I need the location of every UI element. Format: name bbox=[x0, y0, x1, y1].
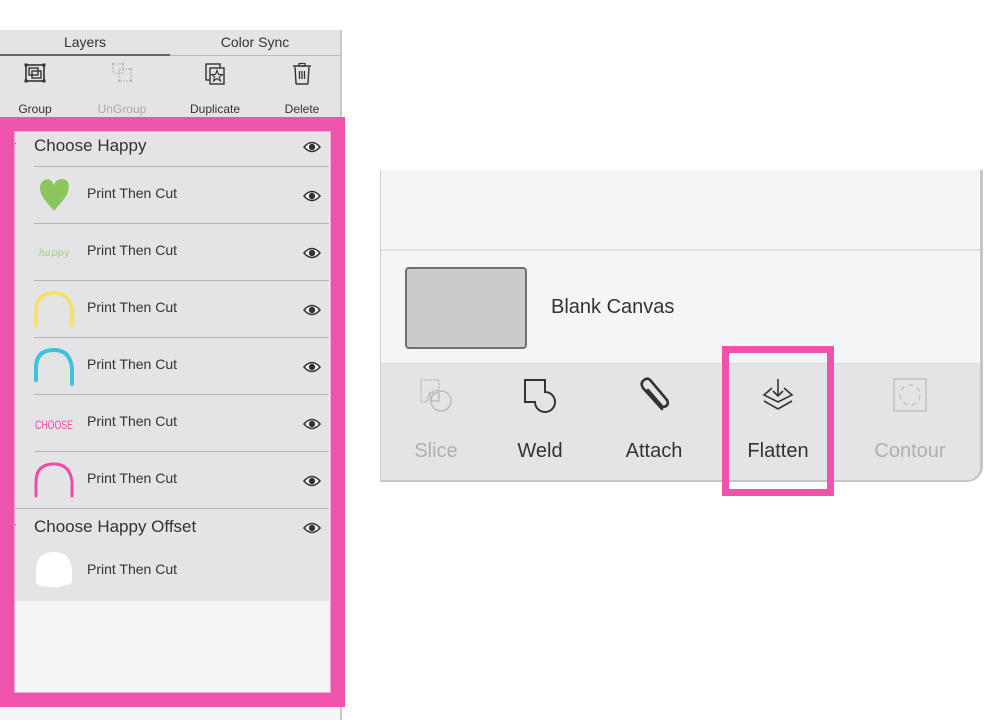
eye-icon[interactable] bbox=[303, 361, 321, 373]
layer-item[interactable]: Print Then Cut bbox=[14, 166, 329, 223]
weld-button[interactable]: Weld bbox=[485, 364, 595, 474]
expand-caret-icon[interactable] bbox=[10, 524, 16, 529]
eye-icon[interactable] bbox=[303, 304, 321, 316]
layers-panel: Layers Color Sync Group UnGroup Duplicat… bbox=[0, 30, 342, 720]
slice-label: Slice bbox=[414, 440, 458, 462]
happy-script-thumbnail: happy bbox=[39, 248, 70, 259]
offset-shape-thumbnail bbox=[36, 552, 72, 588]
layer-group-choose-happy[interactable]: Choose Happy bbox=[10, 128, 329, 166]
weld-icon bbox=[524, 379, 556, 413]
layer-type-label: Print Then Cut bbox=[87, 413, 178, 429]
yellow-arch-thumbnail bbox=[34, 291, 74, 327]
layer-item[interactable]: Print Then Cut bbox=[14, 337, 329, 394]
blue-arch-thumbnail bbox=[34, 347, 74, 386]
slice-button[interactable]: Slice bbox=[381, 364, 491, 474]
contour-button[interactable]: Contour bbox=[855, 364, 965, 474]
tab-color-sync[interactable]: Color Sync bbox=[170, 30, 340, 56]
canvas-row: Blank Canvas bbox=[381, 251, 980, 363]
eye-icon[interactable] bbox=[303, 190, 321, 202]
eye-icon[interactable] bbox=[303, 141, 321, 153]
choose-text-thumbnail: CHOOSE bbox=[35, 418, 73, 432]
operations-toolbar: Slice Weld Attach Flatten Contour bbox=[381, 363, 980, 480]
attach-label: Attach bbox=[625, 440, 683, 462]
layer-type-label: Print Then Cut bbox=[87, 185, 178, 201]
group-icon bbox=[24, 63, 46, 83]
weld-label: Weld bbox=[517, 440, 563, 462]
duplicate-label: Duplicate bbox=[189, 102, 241, 116]
layer-toolbar: Group UnGroup Duplicate Delete bbox=[0, 56, 340, 118]
layer-item[interactable]: happy Print Then Cut bbox=[14, 223, 329, 280]
tab-layers[interactable]: Layers bbox=[0, 30, 170, 56]
group-name: Choose Happy Offset bbox=[34, 517, 197, 536]
layer-item[interactable]: Print Then Cut bbox=[14, 547, 329, 601]
attach-button[interactable]: Attach bbox=[599, 364, 709, 474]
eye-icon[interactable] bbox=[303, 475, 321, 487]
contour-icon bbox=[893, 378, 927, 412]
operations-panel: Blank Canvas Slice Weld Attach Flatten C… bbox=[380, 170, 983, 482]
layer-type-label: Print Then Cut bbox=[87, 242, 178, 258]
slice-icon bbox=[420, 379, 452, 412]
flatten-label: Flatten bbox=[747, 440, 809, 462]
contour-label: Contour bbox=[874, 440, 946, 462]
panel-tabs: Layers Color Sync bbox=[0, 30, 340, 56]
heart-thumbnail bbox=[40, 179, 69, 211]
eye-icon[interactable] bbox=[303, 418, 321, 430]
svg-text:CHOOSE: CHOOSE bbox=[35, 418, 73, 432]
ungroup-icon bbox=[111, 62, 133, 83]
duplicate-icon bbox=[205, 63, 225, 85]
canvas-label: Blank Canvas bbox=[551, 296, 675, 318]
blank-canvas-swatch[interactable] bbox=[405, 267, 527, 349]
delete-label: Delete bbox=[284, 102, 320, 116]
flatten-button[interactable]: Flatten bbox=[723, 364, 833, 474]
group-name: Choose Happy bbox=[34, 136, 147, 155]
svg-text:happy: happy bbox=[39, 248, 70, 259]
layer-type-label: Print Then Cut bbox=[87, 356, 178, 372]
delete-button[interactable]: Delete bbox=[280, 56, 324, 118]
ungroup-button[interactable]: UnGroup bbox=[94, 56, 150, 118]
layer-group-choose-happy-offset[interactable]: Choose Happy Offset bbox=[10, 509, 329, 547]
layer-item[interactable]: Print Then Cut bbox=[14, 451, 329, 508]
layer-item[interactable]: CHOOSE Print Then Cut bbox=[14, 394, 329, 451]
flatten-icon bbox=[762, 379, 794, 410]
eye-icon[interactable] bbox=[303, 522, 321, 534]
duplicate-button[interactable]: Duplicate bbox=[186, 56, 244, 118]
ungroup-label: UnGroup bbox=[97, 102, 147, 116]
layer-type-label: Print Then Cut bbox=[87, 470, 178, 486]
trash-icon bbox=[293, 62, 311, 85]
paperclip-icon bbox=[640, 377, 670, 411]
layer-item[interactable]: Print Then Cut bbox=[14, 280, 329, 337]
layers-list: Choose Happy Print Then Cut happy Print … bbox=[10, 128, 329, 694]
expand-caret-icon[interactable] bbox=[10, 143, 16, 148]
group-label: Group bbox=[18, 102, 52, 116]
layer-type-label: Print Then Cut bbox=[87, 299, 178, 315]
eye-icon[interactable] bbox=[303, 247, 321, 259]
group-button[interactable]: Group bbox=[12, 56, 58, 118]
layer-type-label: Print Then Cut bbox=[87, 561, 178, 577]
pink-arch-thumbnail bbox=[34, 462, 74, 498]
